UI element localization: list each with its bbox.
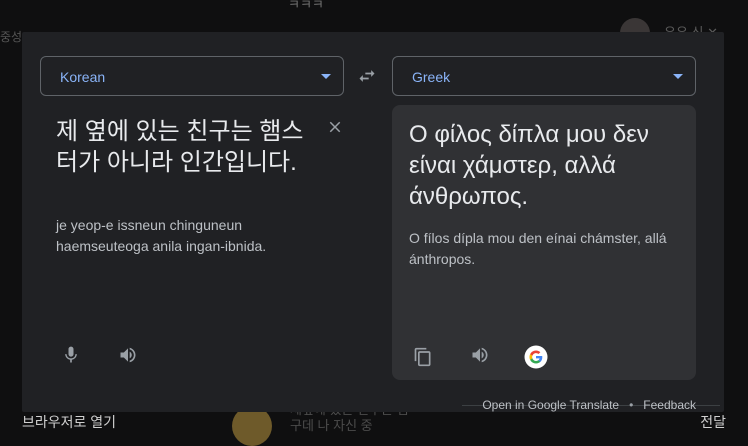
chevron-down-icon (321, 74, 331, 79)
translation-panel: Ο φίλος δίπλα μου δεν είναι χάμστερ, αλλ… (392, 105, 696, 380)
popup-footer: Open in Google Translate • Feedback (482, 398, 696, 412)
translation-romanization: O fílos dípla mou den eínai chámster, al… (409, 230, 667, 267)
feedback-link[interactable]: Feedback (643, 398, 696, 412)
source-text[interactable]: 제 옆에 있는 친구는 햄스터가 아니라 인간입니다. (56, 116, 316, 178)
microphone-icon[interactable] (61, 345, 81, 365)
target-language-select[interactable]: Greek (392, 56, 696, 96)
background-avatar (232, 406, 272, 446)
source-romanization: je yeop-e issneun chinguneun haemseuteog… (56, 217, 267, 254)
speaker-icon[interactable] (118, 345, 138, 365)
copy-icon[interactable] (413, 347, 433, 367)
target-language-label: Greek (412, 69, 451, 85)
footer-separator: • (629, 398, 634, 412)
close-icon[interactable] (326, 118, 344, 136)
speaker-icon[interactable] (470, 345, 490, 365)
background-chat-text: ㅋㅋㅋ (288, 0, 324, 12)
source-language-label: Korean (60, 69, 106, 85)
background-side-text: 중성 (0, 30, 23, 44)
forward-button[interactable]: 전달 (700, 412, 726, 432)
open-in-google-translate-link[interactable]: Open in Google Translate (482, 398, 619, 412)
translation-text: Ο φίλος δίπλα μου δεν είναι χάμστερ, αλλ… (409, 121, 649, 210)
chevron-down-icon (673, 74, 683, 79)
preview-line: 구데 나 자신 중 (290, 418, 373, 433)
open-in-browser-button[interactable]: 브라우저로 열기 (22, 412, 116, 432)
translate-popup: Korean Greek 제 옆에 있는 친구는 햄스터가 아니라 인간입니다.… (22, 32, 724, 412)
google-logo-icon[interactable] (524, 345, 548, 369)
swap-languages-icon[interactable] (357, 66, 377, 86)
source-language-select[interactable]: Korean (40, 56, 344, 96)
